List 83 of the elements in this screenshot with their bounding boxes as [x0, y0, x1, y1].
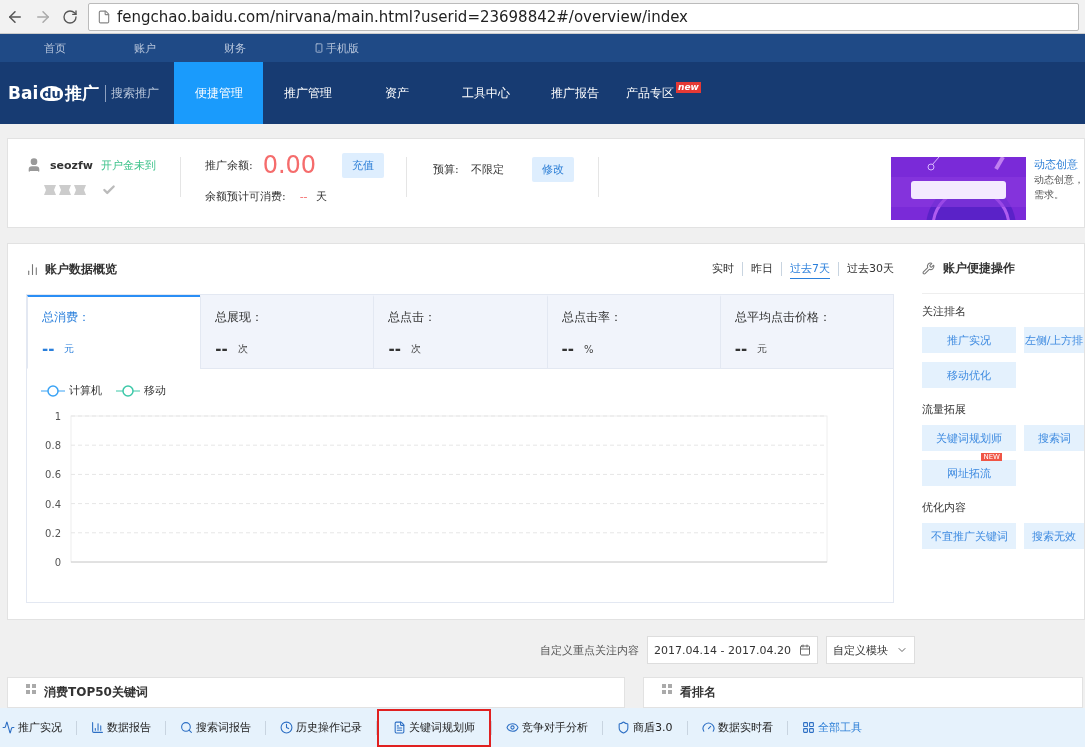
wrench-icon	[922, 262, 935, 275]
recharge-button[interactable]: 充值	[342, 152, 385, 178]
calendar-icon	[798, 644, 811, 656]
drag-handle-icon	[26, 684, 36, 694]
metric-tab[interactable]: 总点击率： -- %	[546, 295, 720, 369]
toolbar-item[interactable]: 历史操作记录	[266, 720, 376, 735]
nav-tab[interactable]: 推广管理	[263, 62, 352, 124]
top-link[interactable]: 手机版	[314, 40, 404, 56]
toolbar-item[interactable]: 数据实时看	[687, 720, 787, 735]
bar-chart-icon	[26, 262, 39, 276]
bar-chart-icon	[91, 721, 104, 734]
metric-tab[interactable]: 总平均点击价格： -- 元	[719, 295, 893, 369]
url-text: fengchao.baidu.com/nirvana/main.html?userid=23698842#/overview/index	[117, 7, 688, 26]
time-range-tab[interactable]: 昨日	[751, 259, 773, 279]
module-dropdown[interactable]: 自定义模块	[825, 636, 915, 664]
page-icon	[97, 9, 111, 24]
phone-icon	[314, 43, 324, 53]
address-bar[interactable]: fengchao.baidu.com/nirvana/main.html?userid=23698842#/overview/index	[88, 2, 1079, 31]
new-badge: new	[676, 82, 701, 93]
grid-icon	[801, 721, 815, 734]
card-title: 看排名	[680, 684, 716, 701]
estimate-label: 余额预计可消费:	[204, 189, 286, 204]
medals-icon	[44, 183, 88, 197]
drag-handle-icon	[662, 684, 672, 694]
section-title: 账户便捷操作	[943, 260, 1015, 277]
search-icon	[180, 721, 193, 734]
balance-label: 推广余额:	[204, 157, 253, 173]
username: seozfw	[50, 158, 93, 172]
metric-tab[interactable]: 总点击： -- 次	[373, 295, 547, 369]
top-link[interactable]: 首页	[44, 40, 134, 56]
axis-label: 0.4	[45, 498, 61, 510]
section-title: 账户数据概览	[45, 260, 117, 278]
verified-icon	[102, 183, 116, 197]
axis-label: 0.8	[45, 440, 61, 452]
date-range-field[interactable]: 2017.04.14 - 2017.04.20	[647, 636, 818, 664]
budget-label: 预算:	[433, 162, 459, 177]
estimate-unit: 天	[315, 189, 327, 204]
card-title: 消费TOP50关键词	[44, 684, 148, 701]
toolbar-item[interactable]: 竞争对手分析	[492, 720, 602, 735]
clock-icon	[280, 721, 293, 734]
metric-tab[interactable]: 总消费： -- 元	[27, 295, 201, 369]
nav-tab[interactable]: 资产	[352, 62, 441, 124]
axis-label: 0.2	[45, 527, 61, 539]
promo-text: 需求。	[1034, 188, 1065, 202]
time-range-tab[interactable]: 过去30天	[847, 259, 894, 279]
top-link[interactable]: 财务	[224, 40, 314, 56]
reload-icon[interactable]	[62, 8, 78, 25]
group-title: 优化内容	[922, 500, 967, 515]
shield-icon	[617, 721, 630, 734]
budget-value: 不限定	[470, 162, 504, 177]
promo-text: 动态创意，	[1034, 173, 1084, 187]
toolbar-link[interactable]: 全部工具	[787, 720, 876, 735]
metric-tab[interactable]: 总展现： -- 次	[200, 295, 374, 369]
axis-label: 1	[54, 411, 61, 422]
nav-tab[interactable]: 推广报告	[530, 62, 619, 124]
time-range-tab[interactable]: 过去7天	[790, 259, 830, 279]
nav-tab[interactable]: 产品专区 new	[619, 62, 708, 124]
axis-label: 0.6	[45, 469, 61, 481]
toolbar-item[interactable]: 推广实况	[0, 720, 76, 735]
gauge-icon	[701, 721, 715, 734]
toolbar-item[interactable]: 搜索词报告	[166, 720, 265, 735]
group-title: 流量拓展	[922, 402, 967, 417]
top-link[interactable]: 账户	[134, 40, 224, 56]
toolbar-item[interactable]: 数据报告	[77, 720, 165, 735]
group-title: 关注排名	[922, 304, 967, 319]
pulse-icon	[2, 721, 15, 734]
time-range-tab[interactable]: 实时	[712, 259, 734, 279]
focus-label: 自定义重点关注内容	[540, 642, 640, 658]
user-icon	[26, 157, 42, 173]
promo-title[interactable]: 动态创意	[1034, 157, 1084, 172]
logo: Bai du 推广 搜索推广	[7, 81, 160, 105]
eye-icon	[506, 721, 519, 734]
toolbar-item[interactable]: 商盾3.0	[603, 720, 687, 735]
estimate-value: --	[299, 190, 308, 203]
legend-label: 移动	[144, 383, 166, 398]
toolbar-item[interactable]: 关键词规划师	[377, 708, 491, 747]
account-status: 开户金未到	[100, 157, 156, 173]
balance-amount: 0.00	[262, 151, 317, 179]
nav-tab[interactable]: 工具中心	[441, 62, 530, 124]
legend-label: 计算机	[69, 383, 102, 398]
document-icon	[393, 721, 406, 734]
edit-button[interactable]: 修改	[531, 157, 574, 182]
axis-label: 0	[54, 557, 61, 568]
